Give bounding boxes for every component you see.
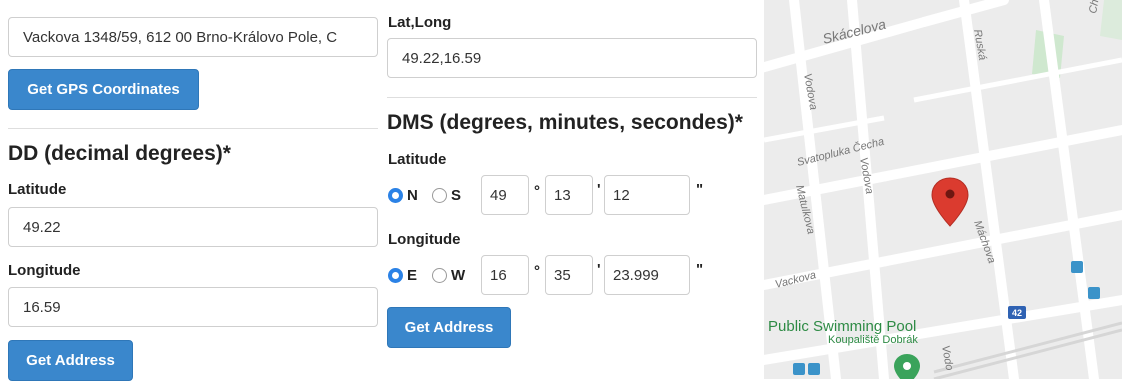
dd-get-address-button[interactable]: Get Address: [8, 340, 133, 381]
dd-heading: DD (decimal degrees)*: [8, 142, 231, 165]
dd-latitude-label: Latitude: [8, 181, 67, 198]
lon-minute-symbol: ': [597, 261, 601, 278]
get-gps-coordinates-label: Get GPS Coordinates: [27, 81, 180, 98]
lat-north-radio[interactable]: [388, 188, 403, 203]
lat-north-label: N: [407, 187, 418, 204]
lon-minutes-input[interactable]: 35: [545, 255, 593, 295]
lon-degree-symbol: °: [534, 263, 540, 280]
dd-latitude-value: 49.22: [23, 218, 61, 236]
dd-longitude-label: Longitude: [8, 262, 81, 279]
latlong-label: Lat,Long: [388, 14, 452, 31]
route-shield: 42: [1008, 306, 1026, 319]
lon-seconds-input[interactable]: 23.999: [604, 255, 690, 295]
dms-latitude-label: Latitude: [388, 151, 447, 168]
middle-divider: [387, 97, 757, 98]
lat-south-radio[interactable]: [432, 188, 447, 203]
lon-west-label: W: [451, 267, 466, 284]
lon-east-label: E: [407, 267, 418, 284]
lon-degrees-input[interactable]: 16: [481, 255, 529, 295]
map-view[interactable]: Skácelova Ruská Charva Vodova Svatopluka…: [764, 0, 1122, 379]
lat-minute-symbol: ': [597, 181, 601, 198]
lon-degrees-value: 16: [490, 266, 507, 284]
address-input[interactable]: Vackova 1348/59, 612 00 Brno-Královo Pol…: [8, 17, 378, 57]
left-divider: [8, 128, 378, 129]
lat-second-symbol: ": [696, 181, 704, 198]
lat-degrees-value: 49: [490, 186, 507, 204]
lat-seconds-value: 12: [613, 186, 630, 204]
dd-get-address-label: Get Address: [26, 352, 115, 369]
lon-west-radio[interactable]: [432, 268, 447, 283]
dd-longitude-value: 16.59: [23, 298, 61, 316]
route-shield-label: 42: [1012, 308, 1022, 318]
lat-south-label: S: [451, 187, 462, 204]
lat-minutes-value: 13: [554, 186, 571, 204]
lat-degree-symbol: °: [534, 183, 540, 200]
lat-seconds-input[interactable]: 12: [604, 175, 690, 215]
lon-second-symbol: ": [696, 261, 704, 278]
latlong-input[interactable]: 49.22,16.59: [387, 38, 757, 78]
lat-degrees-input[interactable]: 49: [481, 175, 529, 215]
dms-get-address-label: Get Address: [404, 319, 494, 336]
pool-pin-icon: [894, 354, 920, 379]
poi-subname: Koupaliště Dobrák: [828, 334, 918, 346]
address-input-value: Vackova 1348/59, 612 00 Brno-Královo Pol…: [23, 28, 338, 46]
poi-name: Public Swimming Pool: [768, 318, 916, 335]
latlong-value: 49.22,16.59: [402, 49, 482, 67]
dd-longitude-input[interactable]: 16.59: [8, 287, 378, 327]
dms-get-address-button[interactable]: Get Address: [387, 307, 511, 348]
dms-heading: DMS (degrees, minutes, secondes)*: [387, 111, 743, 134]
lat-minutes-input[interactable]: 13: [545, 175, 593, 215]
dd-latitude-input[interactable]: 49.22: [8, 207, 378, 247]
lon-seconds-value: 23.999: [613, 266, 659, 284]
get-gps-coordinates-button[interactable]: Get GPS Coordinates: [8, 69, 199, 110]
dms-longitude-label: Longitude: [388, 231, 461, 248]
lon-minutes-value: 35: [554, 266, 571, 284]
lon-east-radio[interactable]: [388, 268, 403, 283]
